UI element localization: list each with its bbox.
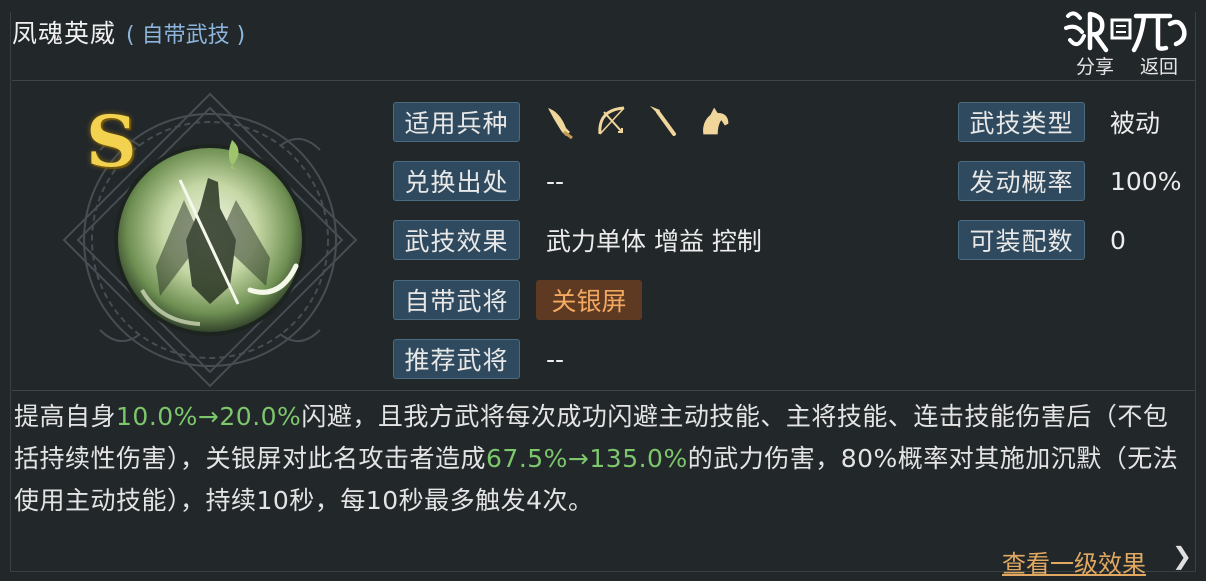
equip-count-label: 可装配数 [958,220,1085,260]
game-logo [1064,11,1187,53]
title-bar: 凤魂英威 ( 自带武技 ) [12,14,245,54]
trigger-rate-label: 发动概率 [958,161,1085,201]
effect-value: 武力单体 增益 控制 [546,227,762,256]
rank-badge: S [86,100,137,183]
desc-highlight-value: 67.5%→135.0% [486,444,688,473]
skill-type-value: 被动 [1110,109,1161,138]
skill-title: 凤魂英威 [12,19,117,48]
view-level1-effect-link[interactable]: 查看一级效果 [1002,544,1146,579]
native-general-label: 自带武将 [393,280,520,320]
spear-icon [650,106,676,136]
skill-type-label: 武技类型 [958,102,1085,142]
top-buttons: 分享 返回 [1076,52,1178,79]
saber-icon [548,108,573,140]
divider [12,80,1196,81]
desc-text: 提高自身 [14,402,117,431]
horse-icon [703,107,729,135]
back-button[interactable]: 返回 [1140,52,1178,79]
source-value: -- [546,166,565,196]
bow-icon [598,106,625,135]
equip-count-value: 0 [1110,225,1126,255]
divider [12,390,1196,391]
recommended-general-label: 推荐武将 [393,339,520,379]
source-label: 兑换出处 [393,161,520,201]
troop-type-label: 适用兵种 [393,102,520,142]
troop-type-icons [542,102,732,140]
skill-subtitle: ( 自带武技 ) [126,23,246,48]
trigger-rate-value: 100% [1110,166,1182,196]
native-general-badge[interactable]: 关银屏 [536,280,642,320]
recommended-general-value: -- [546,344,565,374]
share-button[interactable]: 分享 [1076,52,1114,79]
effect-label: 武技效果 [393,220,520,260]
desc-highlight-value: 10.0%→20.0% [116,402,302,431]
skill-description: 提高自身10.0%→20.0%闪避，且我方武将每次成功闪避主动技能、主将技能、连… [14,396,1184,522]
chevron-right-icon[interactable]: ❯ [1172,542,1192,570]
